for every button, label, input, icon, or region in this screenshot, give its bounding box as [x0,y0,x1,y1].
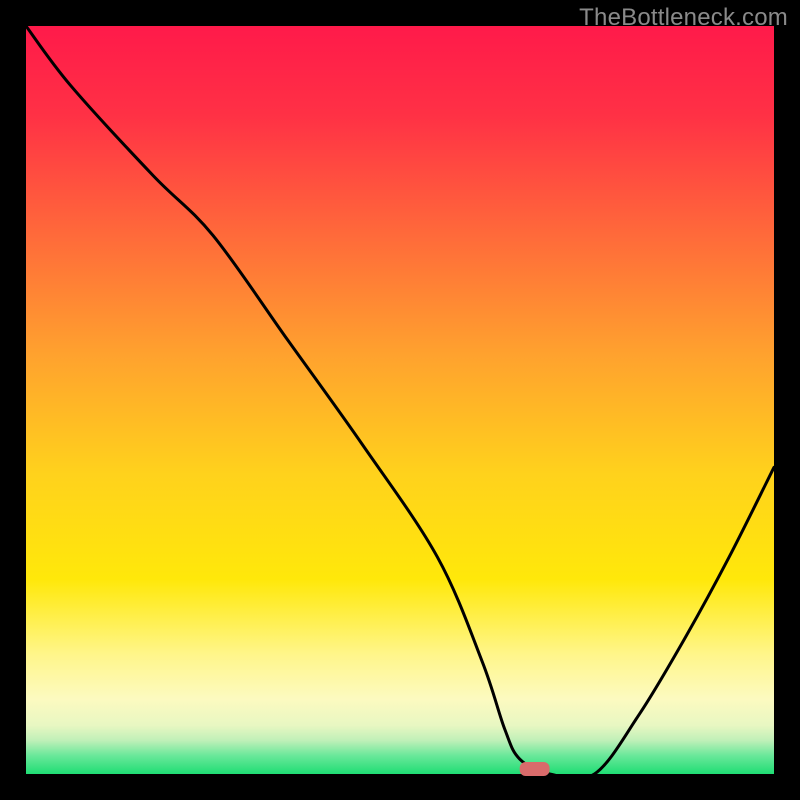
optimal-marker [520,762,550,776]
chart-container: TheBottleneck.com [0,0,800,800]
watermark-label: TheBottleneck.com [579,4,788,32]
plot-background [26,26,774,774]
chart-svg [0,0,800,800]
